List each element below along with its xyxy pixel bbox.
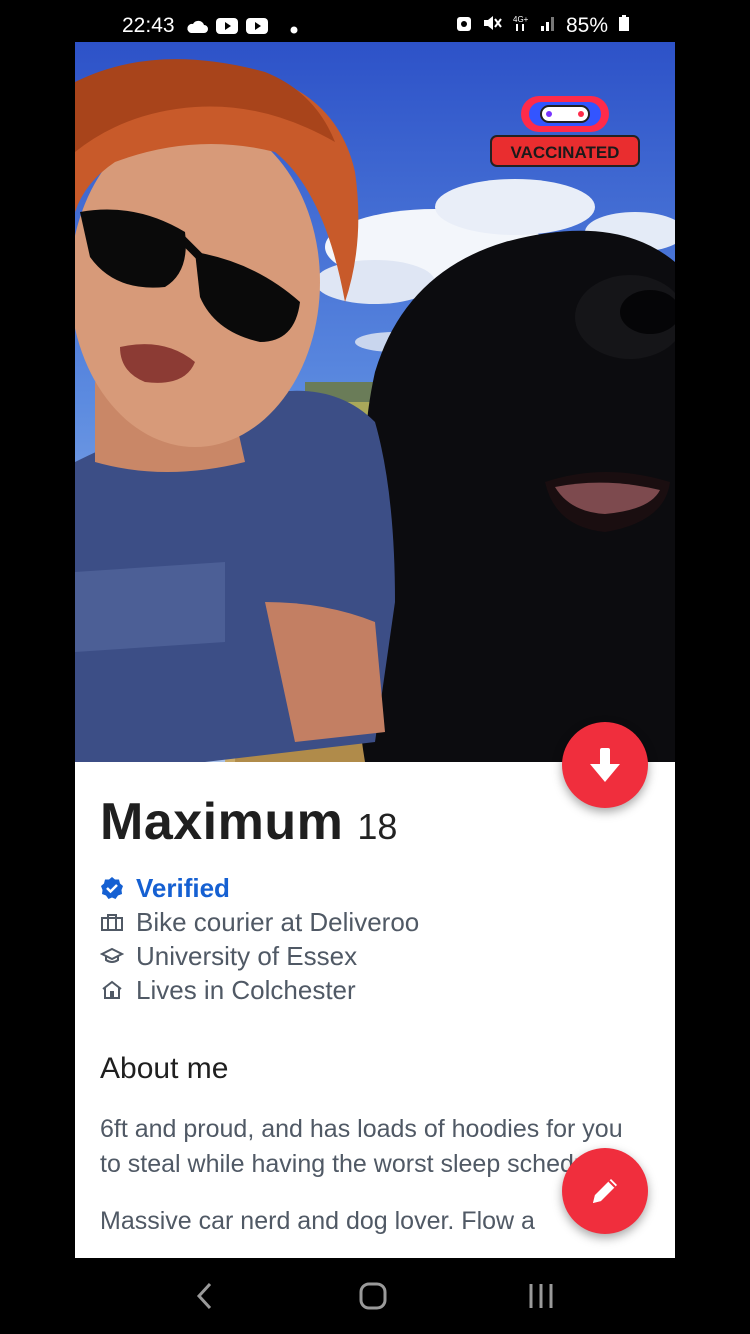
job-row: Bike courier at Deliveroo: [100, 906, 660, 937]
verified-row[interactable]: Verified: [100, 872, 660, 903]
youtube-icon: [246, 16, 268, 40]
location-text: Lives in Colchester: [136, 974, 356, 1005]
graduation-cap-icon: [100, 947, 124, 963]
school-row: University of Essex: [100, 940, 660, 971]
verified-label: Verified: [136, 872, 230, 903]
system-nav-bar: [0, 1258, 750, 1334]
home-icon[interactable]: [358, 1280, 388, 1317]
youtube-icon: [216, 16, 238, 40]
dot-icon: [290, 16, 298, 40]
notification-icons: [186, 16, 298, 40]
profile-photo[interactable]: VACCINATED: [75, 42, 675, 762]
about-me-heading: About me: [100, 1052, 229, 1085]
home-icon: [102, 980, 122, 999]
pencil-icon: [593, 1179, 617, 1203]
recents-icon[interactable]: [527, 1280, 555, 1317]
battery-text: 85%: [565, 14, 608, 37]
status-time: 22:43: [122, 14, 175, 37]
profile-name: Maximum: [100, 793, 344, 851]
mute-icon: [482, 14, 502, 38]
edit-profile-button[interactable]: [562, 1148, 648, 1234]
network-4g-icon: 4G+: [512, 14, 530, 38]
verified-badge-icon: [101, 877, 123, 899]
briefcase-icon: [101, 914, 123, 931]
profile-age: 18: [357, 806, 398, 847]
back-icon[interactable]: [194, 1280, 214, 1317]
badge-text: VACCINATED: [511, 143, 620, 162]
vaccinated-badge: VACCINATED: [489, 92, 641, 173]
name-row: Maximum 18: [100, 792, 660, 852]
about-me-text: 6ft and proud, and has loads of hoodies …: [100, 1115, 623, 1178]
location-row: Lives in Colchester: [100, 974, 660, 1005]
signal-icon: [540, 14, 556, 38]
svg-text:4G+: 4G+: [513, 15, 529, 24]
profile-card[interactable]: VACCINATED Maximum 18 Verified Bike cour…: [75, 42, 675, 1258]
arrow-down-icon: [590, 748, 620, 782]
battery-icon: [618, 14, 630, 38]
job-text: Bike courier at Deliveroo: [136, 906, 420, 937]
school-text: University of Essex: [136, 940, 358, 971]
cloud-icon: [186, 16, 208, 40]
alarm-icon: [456, 14, 472, 38]
